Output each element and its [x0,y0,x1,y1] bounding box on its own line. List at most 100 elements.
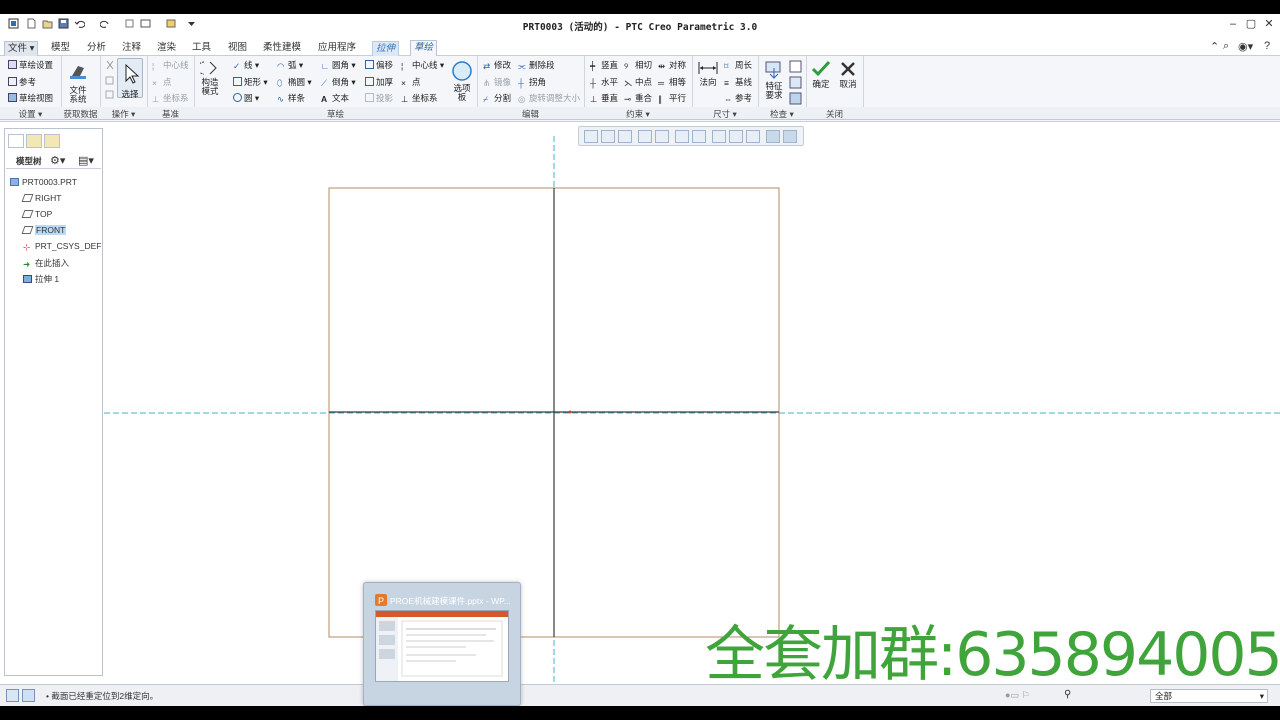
zoom-out-icon[interactable] [618,130,632,143]
status-icons[interactable] [6,689,38,703]
divide-button[interactable]: ⌿ 分割 [483,93,511,104]
parallel-constraint-button[interactable]: ∥ 平行 [658,93,686,104]
repaint-icon[interactable] [638,130,652,143]
tree-item-top[interactable]: TOP [21,209,52,219]
text-button[interactable]: A 文本 [321,93,349,104]
modify-button[interactable]: ⇄ 修改 [483,60,511,71]
help-icon[interactable]: ◉▾ [1238,40,1253,53]
normal-dimension-button[interactable]: 法向 [696,60,720,87]
annotation-display-icon[interactable] [746,130,760,143]
maximize-button[interactable]: ▢ [1244,17,1258,31]
find-icon[interactable]: ⚲ [1064,689,1071,700]
sketch-setup-button[interactable]: 草绘设置 [8,60,53,70]
csys-marker [568,410,572,414]
fillet-button[interactable]: ∟ 圆角 ▾ [321,60,356,71]
sketch-view-icon[interactable] [766,130,780,143]
delete-segment-button[interactable]: ⫘ 删除段 [518,60,555,71]
view-manager-icon[interactable] [692,130,706,143]
datum-centerline-button[interactable]: ¦ 中心线 [152,60,189,71]
display-style-icon[interactable] [655,130,669,143]
tab-analysis[interactable]: 分析 [84,41,109,56]
tree-item-right[interactable]: RIGHT [21,193,61,203]
palette-button[interactable]: 选项 板 [450,60,474,102]
ellipse-button[interactable]: ⬯ 椭圆 ▾ [277,77,312,88]
group-label-setup[interactable]: 设置 ▾ [0,108,61,120]
arc-button[interactable]: ◠ 弧 ▾ [277,60,303,71]
zoom-in-icon[interactable] [601,130,615,143]
help-question-icon[interactable]: ? [1264,40,1270,52]
perpendicular-constraint-button[interactable]: ⊥ 垂直 [590,93,618,104]
selection-filter-select[interactable]: 全部 ▾ [1150,689,1268,703]
circle-button[interactable]: 圆 ▾ [233,93,259,103]
file-system-button[interactable]: 文件 系统 [62,58,94,104]
tab-view[interactable]: 视图 [225,41,250,56]
horizontal-constraint-button[interactable]: ┼ 水平 [590,77,618,88]
tree-item-csys[interactable]: ⊹ PRT_CSYS_DEF [23,241,101,252]
corner-button[interactable]: ┼ 拐角 [518,77,546,88]
mirror-button[interactable]: ⋔ 镜像 [483,77,511,88]
group-label-dimension[interactable]: 尺寸 ▾ [692,108,758,120]
tree-item-part[interactable]: PRT0003.PRT [10,177,77,187]
spin-center-icon[interactable] [729,130,743,143]
feature-requirements-button[interactable]: 特征 要求 [762,60,786,100]
chamfer-button[interactable]: ⟋ 倒角 ▾ [321,77,356,88]
tree-item-extrude[interactable]: 拉伸 1 [23,273,59,285]
tree-show-icon[interactable]: ▤▾ [78,154,94,167]
centerline-button[interactable]: ¦ 中心线 ▾ [401,60,444,71]
select-button[interactable]: 选择 [117,58,143,99]
tab-tools[interactable]: 工具 [189,41,214,56]
minimize-button[interactable]: – [1226,17,1240,31]
datum-point-button[interactable]: × 点 [152,77,172,88]
navigator-tabs[interactable] [8,134,62,148]
graphics-area[interactable] [104,136,1280,698]
midpoint-constraint-button[interactable]: ⋋ 中点 [624,77,652,88]
tree-settings-icon[interactable]: ⚙▾ [50,154,65,167]
vertical-constraint-button[interactable]: ┿ 竖直 [590,60,618,71]
spline-button[interactable]: ∿ 样条 [277,93,305,104]
reference-dimension-button[interactable]: ⇔ 参考 [724,93,752,104]
tab-annotate[interactable]: 注释 [119,41,144,56]
line-button[interactable]: ✓ 线 ▾ [233,60,259,71]
thicken-button[interactable]: 加厚 [365,77,393,87]
references-button[interactable]: 参考 [8,77,36,87]
ok-button[interactable]: 确定 [810,60,832,89]
navigator-panel [4,128,103,676]
tab-sketch[interactable]: 草绘 [410,40,438,57]
cancel-button[interactable]: 取消 [837,60,859,89]
datum-display-icon[interactable] [712,130,726,143]
group-label-constrain[interactable]: 约束 ▾ [584,108,692,120]
sketcher-display-icon[interactable] [783,130,797,143]
tab-render[interactable]: 渲染 [154,41,179,56]
saved-orientations-icon[interactable] [675,130,689,143]
project-button[interactable]: 投影 [365,93,393,103]
baseline-button[interactable]: ≡ 基线 [724,77,752,88]
close-button[interactable]: ✕ [1262,17,1276,31]
offset-button[interactable]: 偏移 [365,60,393,70]
tab-flexible-modeling[interactable]: 柔性建模 [260,41,304,56]
refit-icon[interactable] [584,130,598,143]
tab-model[interactable]: 模型 [48,41,73,56]
tab-extrude[interactable]: 拉伸 [372,41,400,56]
symmetric-constraint-button[interactable]: ⇹ 对称 [658,60,686,71]
datum-csys-button[interactable]: ⊥ 坐标系 [152,93,189,104]
group-label-operations[interactable]: 操作 ▾ [100,108,147,120]
rotate-resize-button[interactable]: ◎ 旋转调整大小 [518,93,580,104]
taskbar-preview[interactable]: P PROE机械建模课件.pptx - WP... [363,582,521,706]
tab-file[interactable]: 文件 ▾ [4,41,39,56]
sketch-view-button[interactable]: 草绘视图 [8,93,53,103]
search-icon[interactable]: ⌕ [1223,40,1229,53]
title-bar: PRT0003 (活动的) - PTC Creo Parametric 3.0 … [0,14,1280,36]
tree-item-front[interactable]: FRONT [21,225,67,235]
point-button[interactable]: × 点 [401,77,421,88]
tree-item-insert-here[interactable]: ➜ 在此插入 [23,257,69,269]
equal-constraint-button[interactable]: ═ 相等 [658,77,686,88]
construction-mode-button[interactable]: 构造 模式 [197,60,222,96]
coincident-constraint-button[interactable]: ⊸ 重合 [624,93,652,104]
tangent-constraint-button[interactable]: ୨ 相切 [624,60,652,71]
csys-button[interactable]: ⊥ 坐标系 [401,93,438,104]
perimeter-button[interactable]: ⌑ 周长 [724,60,752,71]
tab-applications[interactable]: 应用程序 [315,41,359,56]
collapse-ribbon-icon[interactable]: ⌃ [1210,40,1219,53]
group-label-inspect[interactable]: 检查 ▾ [758,108,806,120]
rectangle-button[interactable]: 矩形 ▾ [233,77,268,87]
